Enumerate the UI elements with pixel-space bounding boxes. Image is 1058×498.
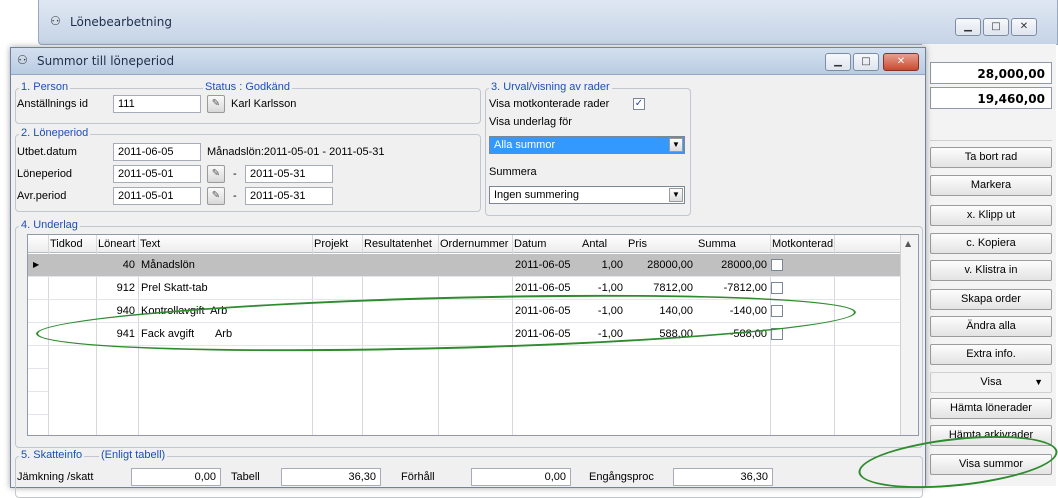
change-all-button[interactable]: Ändra alla	[930, 316, 1052, 337]
pay-period-label: Löneperiod	[17, 168, 73, 180]
paste-button[interactable]: v. Klistra in	[930, 260, 1052, 281]
column-header-antal[interactable]: Antal	[580, 235, 626, 253]
offset-checkbox[interactable]	[771, 259, 783, 271]
pay-period-picker-icon[interactable]: ✎	[207, 165, 225, 183]
column-header-text[interactable]: Text	[138, 235, 312, 253]
cell-antal: 1,00	[601, 259, 623, 271]
ratio-field[interactable]: 0,00	[471, 468, 571, 486]
create-order-button[interactable]: Skapa order	[930, 289, 1052, 310]
column-header-loneart[interactable]: Löneart	[96, 235, 138, 253]
settlement-period-to-field[interactable]: 2011-05-31	[245, 187, 333, 205]
tax-info-group-label: 5. Skatteinfo	[19, 449, 85, 461]
settlement-period-label: Avr.period	[17, 190, 67, 202]
column-header-datum[interactable]: Datum	[512, 235, 580, 253]
column-header-motkonterad[interactable]: Motkonterad	[770, 235, 834, 253]
cut-button[interactable]: x. Klipp ut	[930, 205, 1052, 226]
row-divider	[28, 391, 48, 392]
pay-period-dash: -	[233, 168, 237, 180]
fetch-salary-rows-button[interactable]: Hämta lönerader	[930, 398, 1052, 419]
person-name: Karl Karlsson	[231, 98, 297, 110]
maximize-icon[interactable]: □	[983, 18, 1009, 36]
person-lookup-icon[interactable]: ✎	[207, 95, 225, 113]
column-header-pris[interactable]: Pris	[626, 235, 696, 253]
app-icon: ⚇	[50, 14, 61, 28]
dialog-title: Summor till löneperiod	[37, 54, 175, 68]
dialog-close-icon[interactable]: ✕	[883, 53, 919, 71]
pay-period-from-field[interactable]: 2011-05-01	[113, 165, 201, 183]
mark-button[interactable]: Markera	[930, 175, 1052, 196]
summarize-select[interactable]: Ingen summering ▼	[489, 186, 685, 204]
basis-group-label: 4. Underlag	[19, 219, 80, 231]
row-pointer-icon: ▶	[33, 260, 40, 269]
row-header-col	[28, 235, 48, 253]
basis-select-value: Alla summor	[494, 139, 556, 151]
row-divider	[28, 368, 48, 369]
background-window-titlebar	[38, 0, 1058, 45]
total-box-2: 19,460,00	[930, 87, 1052, 109]
monthly-salary-period: Månadslön:2011-05-01 - 2011-05-31	[207, 146, 385, 158]
one-time-percent-field[interactable]: 36,30	[673, 468, 773, 486]
ratio-label: Förhåll	[401, 471, 435, 483]
chevron-down-icon: ▼	[669, 188, 683, 202]
table-field[interactable]: 36,30	[281, 468, 381, 486]
scroll-up-icon[interactable]: ▲	[905, 239, 911, 248]
basis-select[interactable]: Alla summor ▼	[489, 136, 685, 154]
close-icon[interactable]: ✕	[1011, 18, 1037, 36]
dialog-maximize-icon[interactable]: □	[853, 53, 879, 71]
background-window-title: Lönebearbetning	[70, 15, 172, 29]
cell-text: Månadslön	[141, 259, 195, 271]
copy-button[interactable]: c. Kopiera	[930, 233, 1052, 254]
minimize-icon[interactable]: ▁	[955, 18, 981, 36]
show-menu-label: Visa	[980, 376, 1002, 388]
extra-info-button[interactable]: Extra info.	[930, 344, 1052, 365]
column-header-projekt[interactable]: Projekt	[312, 235, 362, 253]
selection-group-label: 3. Urval/visning av rader	[489, 81, 612, 93]
column-header-filler	[834, 235, 900, 253]
dialog-icon: ⚇	[17, 53, 28, 67]
person-group-label: 1. Person	[19, 81, 71, 93]
cell-loneart: 40	[122, 259, 135, 271]
employment-id-label: Anställnings id	[17, 98, 88, 110]
chevron-down-icon: ▼	[669, 138, 683, 152]
employment-id-field[interactable]: 111	[113, 95, 201, 113]
adjustment-tax-field[interactable]: 0,00	[131, 468, 221, 486]
delete-row-button[interactable]: Ta bort rad	[930, 147, 1052, 168]
settlement-period-dash: -	[233, 190, 237, 202]
cell-datum: 2011-06-05	[515, 259, 571, 271]
status-label: Status : Godkänd	[203, 81, 292, 93]
total-box-1: 28,000,00	[930, 62, 1052, 84]
settlement-period-from-field[interactable]: 2011-05-01	[113, 187, 201, 205]
show-basis-label: Visa underlag för	[489, 116, 572, 128]
cell-loneart: 912	[116, 282, 135, 294]
payment-date-field[interactable]: 2011-06-05	[113, 143, 201, 161]
pay-period-group-label: 2. Löneperiod	[19, 127, 91, 139]
summary-dialog: ⚇ Summor till löneperiod ▁ □ ✕ 1. Person…	[10, 47, 926, 498]
summarize-label: Summera	[489, 166, 537, 178]
cell-summa: 28000,00	[721, 259, 767, 271]
tax-info-sub-label: (Enligt tabell)	[99, 449, 168, 461]
show-offset-rows-checkbox[interactable]: ✓	[633, 98, 645, 110]
cell-text: Prel Skatt-tab	[141, 282, 208, 294]
show-menu-button[interactable]: Visa ▼	[930, 372, 1052, 393]
column-header-summa[interactable]: Summa	[696, 235, 770, 253]
column-header-resultatenhet[interactable]: Resultatenhet	[362, 235, 438, 253]
cell-pris: 28000,00	[647, 259, 693, 271]
grid-scrollbar[interactable]: ▲	[900, 235, 918, 435]
one-time-percent-label: Engångsproc	[589, 471, 654, 483]
column-header-tidkod[interactable]: Tidkod	[48, 235, 96, 253]
column-header-ordernummer[interactable]: Ordernummer	[438, 235, 512, 253]
table-label: Tabell	[231, 471, 260, 483]
table-row[interactable]: ▶ 40 Månadslön 2011-06-05 1,00 28000,00 …	[28, 254, 900, 276]
settlement-period-picker-icon[interactable]: ✎	[207, 187, 225, 205]
row-divider	[28, 414, 48, 415]
summarize-select-value: Ingen summering	[494, 189, 579, 201]
dialog-minimize-icon[interactable]: ▁	[825, 53, 851, 71]
payment-date-label: Utbet.datum	[17, 146, 77, 158]
adjustment-tax-label: Jämkning /skatt	[17, 471, 94, 483]
pay-period-to-field[interactable]: 2011-05-31	[245, 165, 333, 183]
panel-divider	[930, 140, 1052, 141]
offset-checkbox[interactable]	[771, 282, 783, 294]
chevron-down-icon: ▼	[1034, 377, 1043, 387]
show-offset-rows-label: Visa motkonterade rader	[489, 98, 610, 110]
